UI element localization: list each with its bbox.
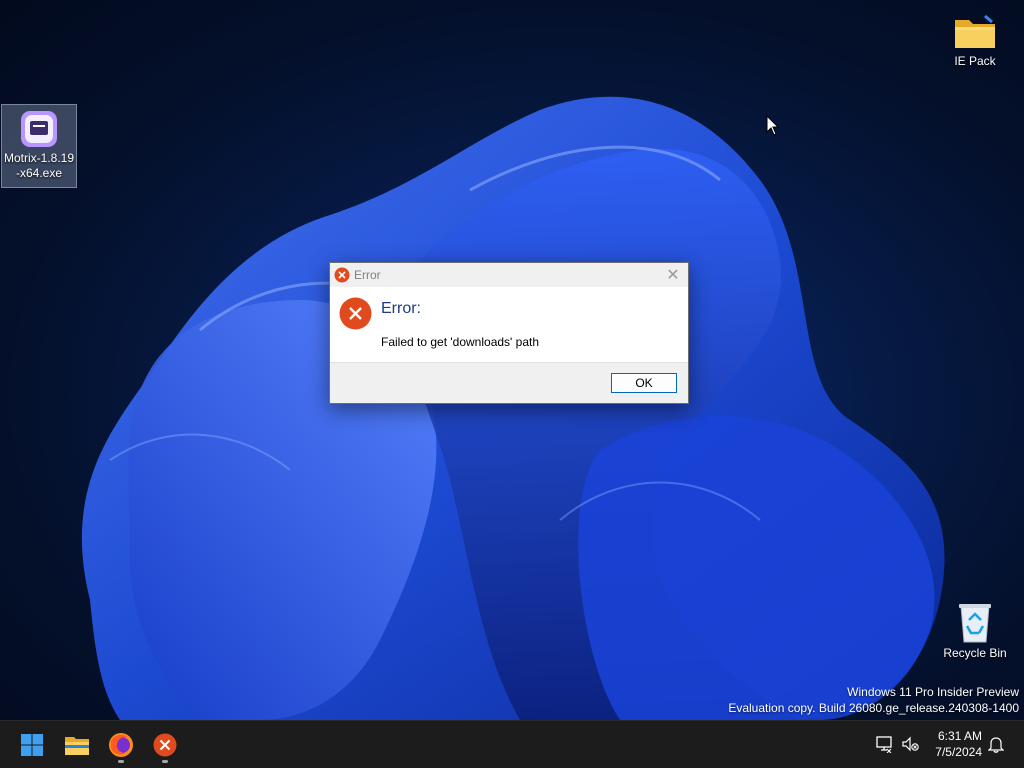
close-icon: ✕ xyxy=(666,267,680,284)
motrix-app-icon xyxy=(21,111,57,147)
close-button[interactable]: ✕ xyxy=(658,263,688,287)
taskbar-firefox[interactable] xyxy=(102,726,140,764)
error-icon xyxy=(334,267,350,283)
dialog-titlebar[interactable]: Error ✕ xyxy=(330,263,688,287)
desktop-icon-label: Recycle Bin xyxy=(943,646,1007,660)
firefox-icon xyxy=(109,733,133,757)
notification-bell-icon[interactable] xyxy=(988,735,1004,753)
running-indicator xyxy=(118,760,124,763)
watermark-edition: Windows 11 Pro Insider Preview xyxy=(847,685,1019,699)
desktop[interactable]: Motrix-1.8.19-x64.exe IE Pack Recycle Bi… xyxy=(0,0,1024,720)
desktop-icon-label: Motrix-1.8.19-x64.exe xyxy=(3,151,75,180)
clock-date: 7/5/2024 xyxy=(935,745,982,759)
dialog-footer: OK xyxy=(330,362,688,403)
taskbar-error-app[interactable] xyxy=(146,726,184,764)
desktop-icon-label: IE Pack xyxy=(954,54,996,68)
folder-icon xyxy=(65,737,89,755)
start-button[interactable] xyxy=(13,726,51,764)
dialog-message: Failed to get 'downloads' path xyxy=(381,335,540,349)
taskbar-clock[interactable]: 6:31 AM 7/5/2024 xyxy=(935,728,982,760)
mouse-cursor-icon xyxy=(766,115,780,136)
taskbar-file-explorer[interactable] xyxy=(58,726,96,764)
network-icon[interactable] xyxy=(875,735,893,753)
windows-logo-icon xyxy=(21,734,43,756)
volume-muted-icon[interactable] xyxy=(901,735,919,753)
watermark-build: Evaluation copy. Build 26080.ge_release.… xyxy=(728,701,1019,715)
error-dialog[interactable]: Error ✕ Error: Failed to get 'downloads'… xyxy=(329,262,689,404)
desktop-icon-motrix[interactable]: Motrix-1.8.19-x64.exe xyxy=(1,104,77,188)
folder-icon xyxy=(955,14,995,48)
desktop-icon-recycle-bin[interactable]: Recycle Bin xyxy=(937,596,1013,661)
error-icon xyxy=(339,297,372,330)
dialog-heading: Error: xyxy=(381,300,421,317)
clock-time: 6:31 AM xyxy=(937,729,982,743)
error-icon xyxy=(153,733,177,757)
ok-button[interactable]: OK xyxy=(611,373,677,393)
recycle-bin-icon xyxy=(959,604,991,643)
desktop-icon-ie-pack[interactable]: IE Pack xyxy=(937,8,1013,69)
running-indicator xyxy=(162,760,168,763)
taskbar: 6:31 AM 7/5/2024 xyxy=(0,720,1024,768)
dialog-title: Error xyxy=(354,268,381,282)
dialog-body: Error: Failed to get 'downloads' path xyxy=(330,287,688,363)
